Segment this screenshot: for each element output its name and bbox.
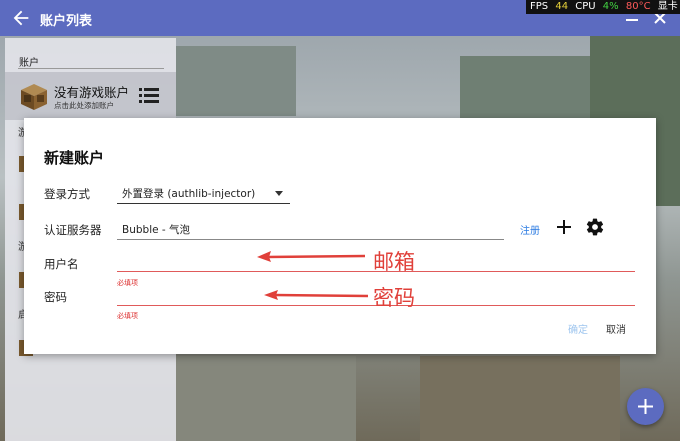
dropdown-caret-icon bbox=[275, 191, 283, 196]
password-label: 密码 bbox=[44, 290, 67, 304]
gpu-label: 显卡 bbox=[657, 1, 678, 12]
temperature-value: 80°C bbox=[625, 1, 651, 12]
bg-ground-block bbox=[420, 356, 620, 441]
add-account-button[interactable] bbox=[627, 388, 664, 425]
login-method-value: 外置登录 (authlib-injector) bbox=[122, 188, 256, 200]
auth-server-label: 认证服务器 bbox=[44, 223, 102, 237]
auth-server-value: Bubble - 气泡 bbox=[122, 224, 191, 236]
performance-overlay: FPS 44 CPU 4% 80°C 显卡 bbox=[526, 0, 680, 14]
cancel-button[interactable]: 取消 bbox=[606, 321, 626, 336]
sidebar-divider bbox=[18, 68, 164, 69]
page-title: 账户列表 bbox=[40, 14, 93, 29]
login-method-label: 登录方式 bbox=[44, 187, 90, 201]
menu-icon[interactable] bbox=[139, 86, 159, 104]
bg-ground-block bbox=[176, 356, 356, 441]
gear-icon[interactable] bbox=[585, 217, 605, 237]
auth-server-select[interactable]: Bubble - 气泡 bbox=[117, 218, 504, 240]
dialog-title: 新建账户 bbox=[44, 149, 105, 167]
password-required-hint: 必填项 bbox=[117, 312, 138, 320]
crafting-table-icon bbox=[21, 84, 47, 110]
new-account-dialog: 新建账户 登录方式 外置登录 (authlib-injector) 认证服务器 … bbox=[24, 118, 656, 354]
cpu-value: 4% bbox=[602, 1, 619, 12]
annotation-arrow-icon bbox=[264, 290, 369, 300]
bg-tree-block bbox=[176, 46, 296, 116]
account-name: 没有游戏账户 bbox=[54, 85, 130, 100]
fps-value: 44 bbox=[555, 1, 569, 12]
account-hint: 点击此处添加账户 bbox=[54, 101, 114, 110]
cpu-label: CPU bbox=[575, 1, 596, 12]
annotation-email: 邮箱 bbox=[373, 250, 415, 274]
login-method-select[interactable]: 外置登录 (authlib-injector) bbox=[117, 182, 290, 204]
sidebar-account-item[interactable]: 没有游戏账户 点击此处添加账户 bbox=[5, 72, 176, 120]
add-server-icon[interactable] bbox=[555, 218, 573, 236]
annotation-arrow-icon bbox=[257, 251, 366, 262]
back-arrow-icon[interactable] bbox=[10, 7, 32, 29]
plus-icon bbox=[638, 399, 653, 414]
username-label: 用户名 bbox=[44, 257, 79, 271]
confirm-button[interactable]: 确定 bbox=[568, 321, 588, 336]
annotation-password: 密码 bbox=[373, 286, 415, 310]
fps-label: FPS bbox=[530, 1, 549, 12]
sidebar-header: 账户 bbox=[19, 58, 39, 69]
register-link[interactable]: 注册 bbox=[520, 222, 540, 237]
